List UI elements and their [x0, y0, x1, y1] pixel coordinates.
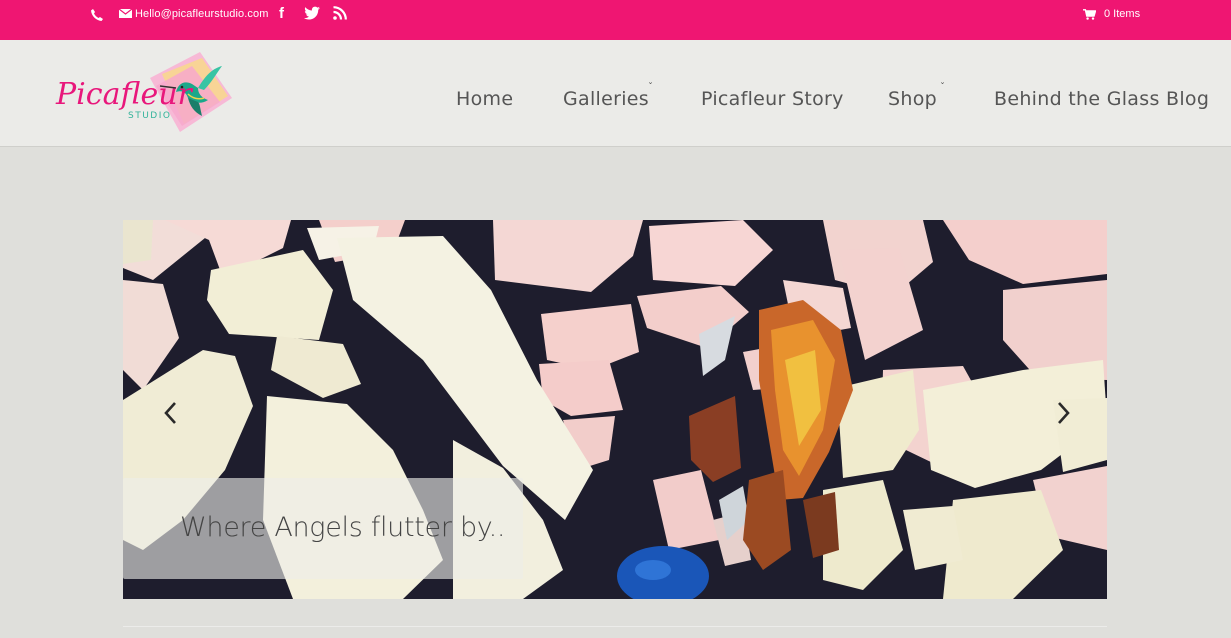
top-bar: Hello@picafleurstudio.com f 0 Items — [0, 0, 1231, 40]
svg-text:Picafleur: Picafleur — [55, 77, 194, 112]
slide-caption-box: Where Angels flutter by.. — [123, 478, 523, 579]
site-logo[interactable]: Picafleur STUDIO — [52, 46, 237, 141]
email-link[interactable]: Hello@picafleurstudio.com — [135, 8, 269, 20]
rss-icon[interactable] — [333, 6, 347, 20]
phone-icon[interactable] — [90, 8, 104, 22]
nav-behind-the-glass-blog[interactable]: Behind the Glass Blog — [994, 88, 1209, 110]
mail-icon[interactable] — [119, 8, 132, 19]
cart-count[interactable]: 0 Items — [1104, 8, 1140, 20]
svg-text:STUDIO: STUDIO — [128, 111, 171, 121]
galleries-chevron-down-icon[interactable]: ˇ — [648, 82, 653, 93]
slider-next-arrow[interactable] — [1051, 398, 1075, 428]
nav-galleries[interactable]: Galleries — [563, 88, 649, 110]
twitter-icon[interactable] — [304, 6, 320, 20]
facebook-icon[interactable]: f — [279, 5, 284, 22]
section-divider — [123, 626, 1107, 627]
slider-prev-arrow[interactable] — [159, 398, 183, 428]
nav-picafleur-story[interactable]: Picafleur Story — [701, 88, 844, 110]
nav-shop[interactable]: Shop — [888, 88, 937, 110]
hero-slider: Where Angels flutter by.. — [123, 220, 1107, 599]
nav-home[interactable]: Home — [456, 88, 513, 110]
shop-chevron-down-icon[interactable]: ˇ — [940, 82, 945, 93]
slide-caption: Where Angels flutter by.. — [180, 512, 506, 543]
cart-icon[interactable] — [1083, 9, 1096, 20]
site-header: Picafleur STUDIO Home Galleries ˇ Picafl… — [0, 40, 1231, 147]
